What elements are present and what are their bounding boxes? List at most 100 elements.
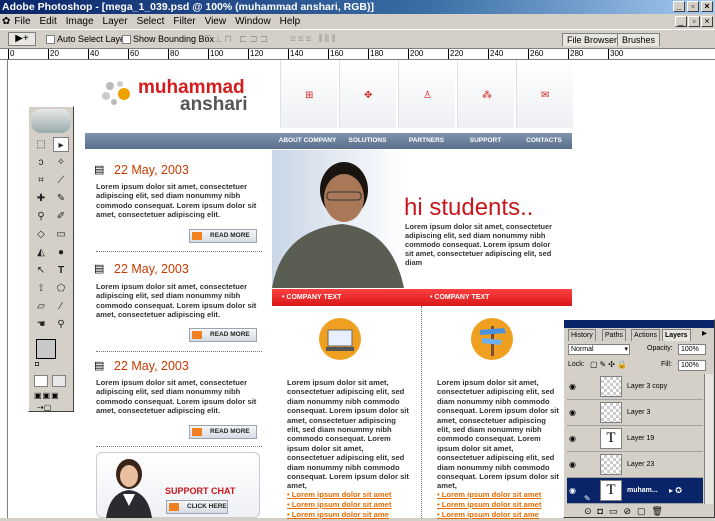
nav-icon-cell[interactable]: ✥ [339, 60, 396, 128]
layer-row-selected[interactable]: ◉ ✎ Tmuham... ▸ ✪ [567, 478, 703, 504]
notes-tool-icon[interactable]: ▱ [33, 299, 49, 314]
menu-help[interactable]: Help [280, 16, 301, 27]
nav-icon-cell[interactable]: ✉ [516, 60, 573, 128]
opacity-field[interactable]: 100% [678, 344, 706, 355]
marquee-tool-icon[interactable]: ⬚ [33, 137, 49, 152]
read-more-button[interactable]: READ MORE [189, 328, 257, 342]
magic-wand-icon[interactable]: ✧ [53, 155, 69, 170]
eraser-tool-icon[interactable]: ◇ [33, 227, 49, 242]
tab-layers[interactable]: Layers [662, 329, 691, 341]
foreground-color-swatch[interactable] [36, 339, 56, 359]
distribute-buttons[interactable]: ≡≡≡ ⦀⦀⦀ [290, 30, 337, 49]
slice-tool-icon[interactable]: ⟋ [53, 173, 69, 188]
post-text: Lorem ipsum dolor sit amet, consectetuer… [96, 282, 257, 320]
blend-mode-select[interactable]: Normal ▾ [568, 344, 630, 355]
menu-select[interactable]: Select [137, 16, 165, 27]
computer-illustration [318, 316, 362, 362]
menu-edit[interactable]: Edit [40, 16, 57, 27]
layer-action-buttons[interactable]: ⊙◘▭⊘▢🗑 [584, 506, 669, 517]
brush-tool-icon[interactable]: ✎ [53, 191, 69, 206]
nav-contacts[interactable]: CONTACTS [516, 133, 572, 149]
column-link[interactable]: • Lorem ipsum dolor sit amet [287, 500, 391, 509]
signpost-illustration [470, 316, 514, 362]
tab-actions[interactable]: Actions [631, 329, 660, 341]
hand-tool-icon[interactable]: ☚ [33, 317, 49, 332]
maximize-button[interactable]: ▫ [687, 1, 699, 12]
company-text-1[interactable]: • COMPANY TEXT [282, 289, 341, 306]
clone-stamp-icon[interactable]: ⚲ [33, 209, 49, 224]
quick-mask-button[interactable] [52, 375, 66, 387]
nav-icon-cell[interactable]: ⁂ [457, 60, 514, 128]
palette-title-bar[interactable] [564, 320, 714, 328]
nav-icon-cell[interactable]: ♙ [398, 60, 455, 128]
blur-tool-icon[interactable]: ◭ [33, 245, 49, 260]
zoom-tool-icon[interactable]: ⚲ [53, 317, 69, 332]
screen-mode-buttons[interactable]: ▣▣▣ [34, 391, 68, 401]
move-tool-icon[interactable]: ▸ [53, 137, 69, 152]
tab-file-browser[interactable]: File Browser [562, 33, 623, 46]
nav-solutions[interactable]: SOLUTIONS [339, 133, 396, 149]
tab-brushes[interactable]: Brushes [617, 33, 661, 46]
read-more-button[interactable]: READ MORE [189, 229, 257, 243]
jump-to-imageready-button[interactable]: ⇢▢ [37, 403, 67, 412]
fill-label: Fill: [661, 361, 672, 368]
bounding-box-checkbox[interactable]: Show Bounding Box [122, 30, 214, 49]
minimize-button[interactable]: _ [673, 1, 685, 12]
photoshop-eye-logo-icon[interactable] [31, 109, 71, 133]
fill-field[interactable]: 100% [678, 360, 706, 371]
doc-minimize-button[interactable]: _ [675, 16, 687, 27]
menu-view[interactable]: View [205, 16, 227, 27]
read-more-button[interactable]: READ MORE [189, 425, 257, 439]
lasso-tool-icon[interactable]: ↄ [33, 155, 49, 170]
tab-paths[interactable]: Paths [602, 329, 626, 341]
dodge-tool-icon[interactable]: ● [53, 245, 69, 260]
layer-row[interactable]: ◉ T Layer 19 [567, 426, 703, 452]
user-icon: ♙ [423, 90, 432, 101]
healing-brush-icon[interactable]: ✚ [33, 191, 49, 206]
lock-buttons[interactable]: ▢✎✣🔒 [590, 360, 629, 369]
align-buttons[interactable]: ⊤⊥⊓ ⊏⊐⊐ [203, 30, 270, 49]
doc-close-button[interactable]: × [701, 16, 713, 27]
toolbox-palette: ⬚ ▸ ↄ ✧ ⌗ ⟋ ✚ ✎ ⚲ ✐ ◇ ▭ ◭ ● ↖ T ⟟ ⬠ ▱ ⁄ … [28, 106, 74, 412]
doc-restore-button[interactable]: ▫ [688, 16, 700, 27]
menu-window[interactable]: Window [235, 16, 271, 27]
menu-layer[interactable]: Layer [103, 16, 128, 27]
palette-menu-icon[interactable]: ▸ [702, 328, 707, 339]
eye-icon: ◉ [569, 434, 576, 443]
layer-thumbnail [600, 454, 622, 475]
click-here-button[interactable]: CLICK HERE [166, 500, 228, 514]
opacity-label: Opacity: [647, 345, 673, 352]
close-button[interactable]: × [701, 1, 713, 12]
menu-file[interactable]: File [14, 16, 30, 27]
standard-mode-button[interactable] [34, 375, 48, 387]
layer-row[interactable]: ◉ Layer 23 [567, 452, 703, 478]
nav-icon-cell[interactable]: ⊞ [280, 60, 337, 128]
move-tool-preset-picker[interactable]: ▶+ [8, 32, 36, 46]
menu-filter[interactable]: Filter [173, 16, 195, 27]
auto-select-checkbox[interactable]: Auto Select Layer [46, 30, 128, 49]
nav-about[interactable]: ABOUT COMPANY [278, 133, 337, 149]
eye-icon: ◉ [569, 382, 576, 391]
path-select-icon[interactable]: ↖ [33, 263, 49, 278]
nav-partners[interactable]: PARTNERS [398, 133, 455, 149]
pen-tool-icon[interactable]: ⟟ [33, 281, 49, 296]
gradient-tool-icon[interactable]: ▭ [53, 227, 69, 242]
layer-row[interactable]: ◉ Layer 3 copy [567, 374, 703, 400]
menu-image[interactable]: Image [66, 16, 94, 27]
photoshop-icon[interactable]: ✿ [2, 16, 10, 27]
column-link[interactable]: • Lorem ipsum dolor sit amet [287, 490, 391, 499]
default-colors-icon[interactable]: ◘ [35, 361, 39, 368]
type-tool-icon[interactable]: T [53, 263, 69, 278]
nav-support[interactable]: SUPPORT [457, 133, 514, 149]
shape-tool-icon[interactable]: ⬠ [53, 281, 69, 296]
history-brush-icon[interactable]: ✐ [53, 209, 69, 224]
eye-icon: ◉ [569, 408, 576, 417]
tab-history[interactable]: History [568, 329, 596, 341]
crop-tool-icon[interactable]: ⌗ [33, 173, 49, 188]
layer-row[interactable]: ◉ Layer 3 [567, 400, 703, 426]
eyedropper-icon[interactable]: ⁄ [53, 299, 69, 314]
column-link[interactable]: • Lorem ipsum dolor sit amet [437, 500, 541, 509]
column-link[interactable]: • Lorem ipsum dolor sit amet [437, 490, 541, 499]
layers-scrollbar[interactable] [704, 374, 713, 504]
company-text-2[interactable]: • COMPANY TEXT [430, 289, 489, 306]
